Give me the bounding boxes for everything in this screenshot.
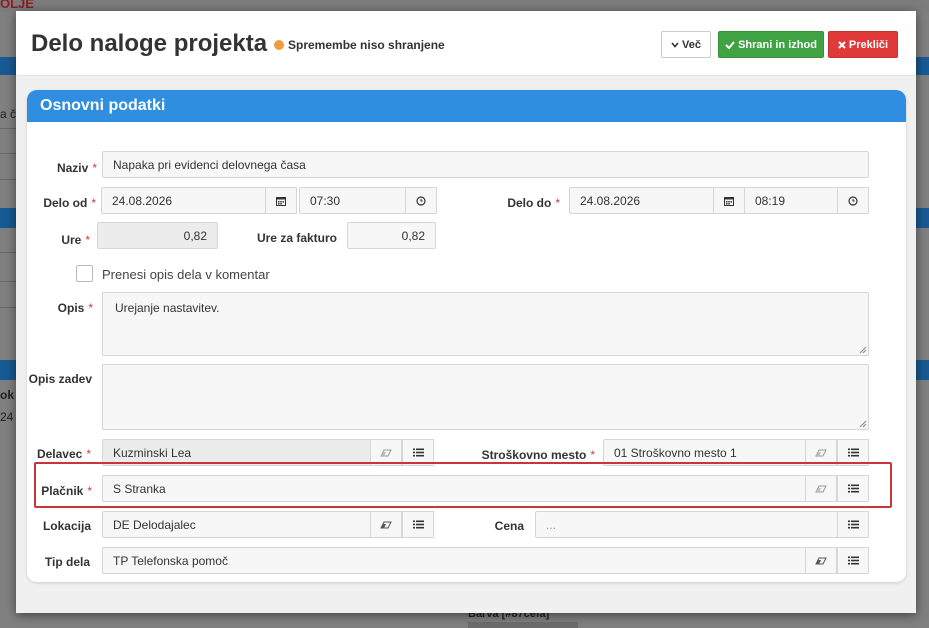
delo-od-time-input[interactable]: 07:30 xyxy=(299,187,406,214)
status-dot-icon xyxy=(274,40,284,50)
background-row-divider xyxy=(0,281,16,282)
eraser-icon[interactable] xyxy=(370,511,402,538)
delo-do-label: Delo do * xyxy=(507,196,560,210)
save-and-exit-label: Shrani in izhod xyxy=(738,38,817,51)
more-button-label: Več xyxy=(682,38,701,51)
unsaved-status-text: Spremembe niso shranjene xyxy=(288,38,445,52)
background-text: ok xyxy=(0,388,15,402)
basic-data-panel: Osnovni podatki Naziv * Napaka pri eviden… xyxy=(27,90,906,582)
cancel-label: Prekliči xyxy=(848,38,889,51)
background-row-divider xyxy=(0,307,16,308)
save-and-exit-button[interactable]: Shrani in izhod xyxy=(718,31,824,58)
background-text: a č xyxy=(0,107,17,121)
opis-textarea[interactable]: Urejanje nastavitev. xyxy=(102,292,869,356)
stroskovno-mesto-label: Stroškovno mesto * xyxy=(481,448,595,462)
list-icon[interactable] xyxy=(837,547,869,574)
list-icon[interactable] xyxy=(837,511,869,538)
delo-od-date-input[interactable]: 24.08.2026 xyxy=(101,187,266,214)
check-icon xyxy=(725,40,735,49)
background-row-divider xyxy=(0,179,16,180)
eraser-icon[interactable] xyxy=(805,547,837,574)
more-button[interactable]: Več xyxy=(661,31,711,58)
background-text: 24 xyxy=(0,410,14,424)
naziv-label: Naziv * xyxy=(56,161,97,175)
cancel-button[interactable]: Prekliči xyxy=(828,31,898,58)
opis-label: Opis * xyxy=(57,301,93,315)
background-header-strip xyxy=(916,360,929,380)
panel-title: Osnovni podatki xyxy=(27,90,906,122)
delavec-label: Delavec * xyxy=(36,447,91,461)
calendar-icon[interactable] xyxy=(713,187,745,214)
placnik-highlight-box xyxy=(34,462,892,508)
opis-zadev-label: Opis zadev xyxy=(28,372,92,386)
list-icon[interactable] xyxy=(402,511,434,538)
unsaved-status: Spremembe niso shranjene xyxy=(274,38,445,52)
background-row-divider xyxy=(0,252,16,253)
background-header-strip xyxy=(0,57,16,75)
tip-dela-label: Tip dela xyxy=(44,555,90,569)
background-header-strip xyxy=(916,208,929,228)
background-row-divider xyxy=(0,153,16,154)
background-header-strip xyxy=(0,208,16,228)
resize-grip-icon[interactable] xyxy=(859,346,867,354)
delo-od-label: Delo od * xyxy=(43,196,96,210)
naziv-input[interactable]: Napaka pri evidenci delovnega časa xyxy=(102,151,869,178)
background-header-strip xyxy=(916,57,929,75)
ure-za-fakturo-label: Ure za fakturo xyxy=(256,231,337,245)
prenesi-opis-label: Prenesi opis dela v komentar xyxy=(102,267,270,282)
background-header-strip xyxy=(0,360,16,380)
ure-input: 0,82 xyxy=(97,222,218,249)
delo-do-time-input[interactable]: 08:19 xyxy=(744,187,839,214)
edit-modal: Delo naloge projekta Spremembe niso shra… xyxy=(16,11,916,613)
cena-label: Cena xyxy=(494,519,524,533)
modal-title: Delo naloge projekta xyxy=(31,30,268,57)
background-bottom-bar xyxy=(468,622,578,628)
chevron-down-icon xyxy=(671,41,679,48)
ure-za-fakturo-input[interactable]: 0,82 xyxy=(347,222,436,249)
lokacija-input[interactable]: DE Delodajalec xyxy=(102,511,372,538)
delo-do-date-input[interactable]: 24.08.2026 xyxy=(569,187,715,214)
close-icon xyxy=(838,40,846,49)
cena-input[interactable]: ... xyxy=(535,511,838,538)
background-row-divider xyxy=(0,128,16,129)
calendar-icon[interactable] xyxy=(265,187,297,214)
tip-dela-input[interactable]: TP Telefonska pomoč xyxy=(102,547,807,574)
clock-icon[interactable] xyxy=(837,187,869,214)
resize-grip-icon[interactable] xyxy=(859,420,867,428)
opis-text: Urejanje nastavitev. xyxy=(115,301,220,315)
ure-label: Ure * xyxy=(61,233,90,247)
opis-zadev-textarea[interactable] xyxy=(102,364,869,430)
lokacija-label: Lokacija xyxy=(42,519,91,533)
clock-icon[interactable] xyxy=(405,187,437,214)
background-app-title: OLJE xyxy=(0,0,34,11)
prenesi-opis-checkbox[interactable] xyxy=(76,265,93,282)
modal-header: Delo naloge projekta Spremembe niso shra… xyxy=(16,11,916,76)
